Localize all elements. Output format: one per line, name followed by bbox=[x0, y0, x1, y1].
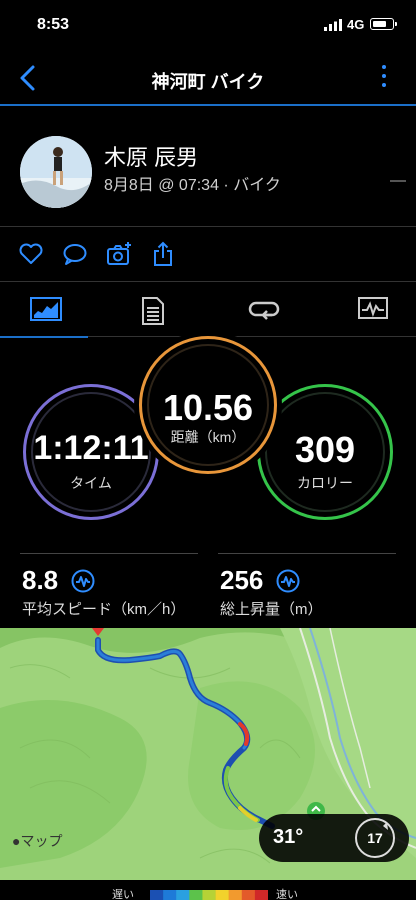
activity-date: 8月8日 @ 07:34 · バイク bbox=[104, 177, 281, 194]
avg-speed-label: 平均スピード（km／h） bbox=[22, 601, 186, 618]
divider bbox=[218, 553, 396, 554]
avatar[interactable] bbox=[20, 136, 92, 208]
battery-icon bbox=[370, 18, 397, 30]
legend-swatch bbox=[150, 890, 164, 900]
legend-swatch bbox=[189, 890, 203, 900]
legend-swatch bbox=[254, 890, 268, 900]
heart-icon[interactable] bbox=[18, 241, 44, 267]
overview-chart-icon bbox=[30, 297, 62, 321]
calories-value: 309 bbox=[294, 429, 356, 470]
nav-bar: 神河町 バイク bbox=[0, 50, 416, 106]
tab-laps[interactable] bbox=[218, 283, 306, 337]
maps-attribution: ●マップ bbox=[12, 831, 62, 851]
share-icon[interactable] bbox=[150, 241, 176, 267]
legend-swatch bbox=[241, 890, 256, 900]
distance-value: 10.56 bbox=[162, 387, 254, 428]
distance-label: 距離（km） bbox=[170, 429, 246, 445]
add-photo-icon[interactable] bbox=[106, 241, 132, 267]
wind-speed: 17 bbox=[367, 830, 383, 846]
time-value: 1:12:11 bbox=[33, 429, 149, 467]
speed-gradient-bar bbox=[150, 890, 268, 900]
legend-swatch bbox=[176, 890, 190, 900]
ascent-label: 総上昇量（m） bbox=[220, 601, 323, 618]
more-menu-icon[interactable] bbox=[380, 65, 388, 93]
action-bar bbox=[0, 228, 416, 282]
route-map[interactable]: ●マップ 31° 17 bbox=[0, 628, 416, 880]
tab-overview[interactable] bbox=[0, 283, 88, 338]
legend-swatch bbox=[228, 890, 243, 900]
map-brand-label: マップ bbox=[20, 833, 63, 849]
wind-compass: 17 bbox=[355, 818, 395, 858]
graph-wave-icon[interactable] bbox=[71, 569, 95, 593]
graph-icon bbox=[358, 297, 388, 319]
legend-swatch bbox=[202, 890, 216, 900]
ascent-stat[interactable]: 256 総上昇量（m） bbox=[220, 565, 323, 619]
status-time: 8:53 bbox=[37, 16, 70, 33]
divider bbox=[20, 553, 198, 554]
laps-loop-icon bbox=[248, 301, 280, 320]
legend-swatch bbox=[163, 890, 177, 900]
speed-legend: 遅い 速い bbox=[0, 880, 416, 900]
summary-rings: 1:12:11 タイム 309 カロリー 10.56 距離（km） bbox=[0, 336, 416, 556]
tab-details[interactable] bbox=[110, 283, 198, 337]
status-bar: 8:53 4G bbox=[0, 0, 416, 50]
calories-label: カロリー bbox=[297, 475, 353, 491]
graph-wave-icon[interactable] bbox=[276, 569, 300, 593]
time-label: タイム bbox=[70, 475, 112, 491]
comment-icon[interactable] bbox=[62, 241, 88, 267]
temperature-value: 31° bbox=[273, 826, 304, 848]
signal-icon bbox=[324, 19, 342, 31]
athlete-name: 木原 辰男 bbox=[104, 145, 199, 170]
legend-slow-label: 遅い bbox=[112, 889, 134, 900]
calories-ring: 309 カロリー bbox=[257, 384, 393, 520]
separator-mark bbox=[390, 180, 406, 182]
page-title: 神河町 バイク bbox=[151, 72, 265, 92]
network-label: 4G bbox=[347, 17, 365, 32]
ascent-value: 256 bbox=[220, 565, 264, 595]
avg-speed-stat[interactable]: 8.8 平均スピード（km／h） bbox=[22, 565, 185, 619]
stats-row: 8.8 平均スピード（km／h） 256 総上昇量（m） bbox=[0, 553, 416, 628]
legend-fast-label: 速い bbox=[276, 889, 298, 900]
activity-header: 木原 辰男 8月8日 @ 07:34 · バイク bbox=[0, 122, 416, 227]
legend-swatch bbox=[215, 890, 229, 900]
avg-speed-value: 8.8 bbox=[22, 565, 59, 595]
weather-pill[interactable]: 31° 17 bbox=[259, 814, 409, 862]
document-icon bbox=[142, 297, 164, 325]
avatar-photo bbox=[20, 136, 92, 208]
activity-tabs bbox=[0, 283, 416, 338]
distance-ring: 10.56 距離（km） bbox=[139, 336, 277, 474]
tab-charts[interactable] bbox=[328, 283, 416, 337]
